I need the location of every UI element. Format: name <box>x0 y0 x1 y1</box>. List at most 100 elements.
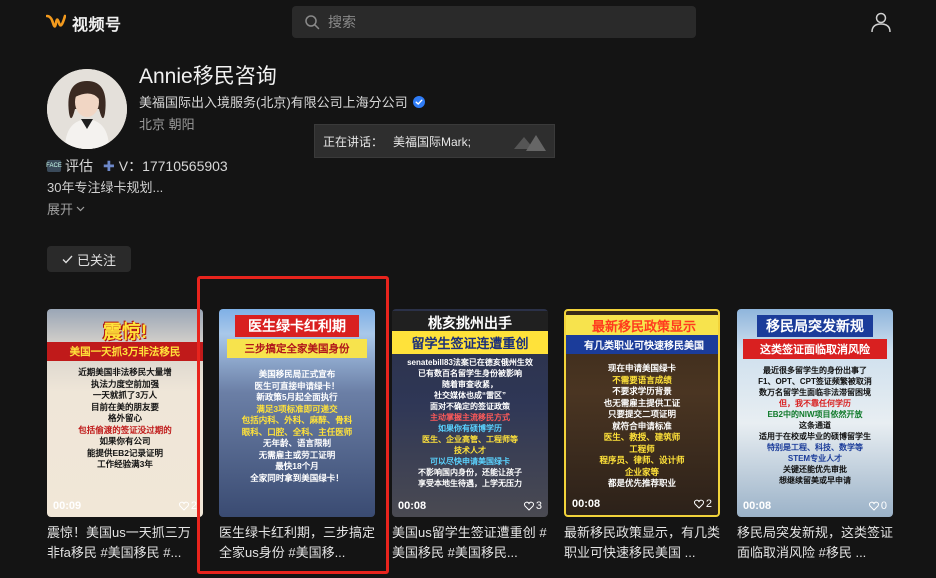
thumb-line: 已有数百名留学生身份被影响 <box>418 369 522 378</box>
heart-icon <box>868 501 879 511</box>
heart-icon <box>693 499 704 509</box>
thumb-line: 医生、教授、建筑师 <box>603 432 681 442</box>
thumb-line: 程序员、律师、设计师 <box>599 455 685 465</box>
thumb-line: 就符合申请标准 <box>612 420 672 431</box>
video-title[interactable]: 震惊！美国us一天抓三万非fa移民 #美国移民 #... <box>47 523 203 563</box>
video-card[interactable]: 桃亥挑州出手 留学生签证连遭重创 senatebill83法案已在德亥俄州生效 … <box>392 309 548 563</box>
thumb-line: 现在申请美国绿卡 <box>607 363 676 373</box>
thumb-line: 也无需雇主提供工证 <box>603 397 681 408</box>
app-name: 视频号 <box>72 17 122 34</box>
thumb-text: 现在申请美国绿卡 不需要语言成绩 不要求学历背景 也无需雇主提供工证 只要提交二… <box>574 363 710 490</box>
speaker-wave-icon <box>514 135 546 151</box>
logo[interactable]: 视频号 <box>46 11 122 35</box>
thumb-line: 面对不确定的签证政策 <box>430 402 510 411</box>
thumb-line: 但，我不靠任何学历 <box>779 399 851 408</box>
search-input[interactable] <box>328 14 688 30</box>
thumb-line: 都是优先推荐职业 <box>607 478 676 488</box>
thumb-line: 社交媒体也成“雷区” <box>434 391 506 400</box>
video-likes: 2 <box>693 498 712 510</box>
thumb-line: 工程师 <box>629 443 655 454</box>
thumb-line: 医生可直接申请绿卡！ <box>254 380 340 391</box>
video-title[interactable]: 移民局突发新规，这类签证面临取消风险 #移民 ... <box>737 523 893 563</box>
thumb-line: 无需雇主或劳工证明 <box>258 449 336 460</box>
thumb-line: 可以尽快申请美国绿卡 <box>430 457 510 466</box>
avatar-portrait-icon <box>47 69 127 149</box>
thumb-headline: 震惊! <box>102 322 148 343</box>
org-text: 美福国际出入境服务(北京)有限公司上海分公司 <box>139 95 408 110</box>
thumb-line: 想继续留美或早申请 <box>779 476 851 485</box>
bio-contact: V：17710565903 <box>118 158 228 174</box>
thumb-text: senatebill83法案已在德亥俄州生效 已有数百名留学生身份被影响 随着审… <box>400 357 540 489</box>
bio-line-2: 30年专注绿卡规划... <box>47 180 164 195</box>
heart-icon <box>523 501 534 511</box>
thumb-line: 不需要语言成绩 <box>612 374 672 385</box>
top-bar: 视频号 <box>0 0 936 44</box>
video-title[interactable]: 医生绿卡红利期，三步搞定全家us身份 #美国移... <box>219 523 375 563</box>
thumb-line: 近期美国非法移民大量增 <box>78 367 172 377</box>
video-likes: 0 <box>868 500 887 512</box>
video-thumbnail[interactable]: 桃亥挑州出手 留学生签证连遭重创 senatebill83法案已在德亥俄州生效 … <box>392 309 548 517</box>
channels-logo-icon <box>46 14 66 28</box>
thumb-text: 近期美国非法移民大量增 执法力度空前加强 一天就抓了3万人 目前在美的朋友要 格… <box>55 367 195 471</box>
thumb-line: 如果你有硕博学历 <box>438 424 502 433</box>
likes-count: 3 <box>535 500 542 512</box>
user-icon[interactable] <box>870 11 892 33</box>
thumb-line: 包括内科、外科、麻醉、骨科 <box>241 415 353 425</box>
avatar <box>47 69 127 149</box>
bio-tag: 评估 <box>65 158 93 174</box>
thumb-line: 全家同时拿到美国绿卡！ <box>250 472 344 483</box>
video-duration: 00:09 <box>53 500 82 512</box>
thumb-line: senatebill83法案已在德亥俄州生效 <box>407 358 533 367</box>
thumb-line: 美国移民局正式宣布 <box>258 369 336 379</box>
video-title[interactable]: 美国us留学生签证遭重创 #美国移民 #美国移民... <box>392 523 548 563</box>
likes-count: 2 <box>705 498 712 510</box>
thumb-line: 医生、企业高管、工程师等 <box>422 435 518 444</box>
speaking-tooltip: 正在讲话： 美福国际Mark; <box>314 124 555 158</box>
video-likes: 2 <box>178 500 197 512</box>
verified-badge-icon <box>412 95 425 108</box>
video-thumbnail[interactable]: 最新移民政策显示 有几类职业可快速移民美国 现在申请美国绿卡 不需要语言成绩 不… <box>564 309 720 517</box>
thumb-subheadline: 这类签证面临取消风险 <box>743 339 887 359</box>
search-icon <box>305 15 320 30</box>
expand-button[interactable]: 展开 <box>47 199 85 218</box>
thumb-line: 这条通道 <box>799 421 831 430</box>
thumb-line: 满足3项标准即可递交 <box>256 403 338 414</box>
plus-icon: ✚ <box>103 157 115 174</box>
likes-count: 0 <box>880 500 887 512</box>
video-duration: 00:08 <box>572 498 601 510</box>
follow-button[interactable]: 已关注 <box>47 246 131 272</box>
chevron-down-icon <box>76 206 85 211</box>
thumb-line: 不影响国内身份，还能让孩子 <box>418 468 522 477</box>
thumb-line: 如果你有公司 <box>99 436 151 446</box>
thumb-line: 技术人才 <box>454 446 486 455</box>
expand-label: 展开 <box>47 202 74 217</box>
thumb-line: 适用于在校或毕业的硕博留学生 <box>759 432 871 441</box>
thumb-subheadline: 留学生签证连遭重创 <box>392 331 548 354</box>
video-duration: 00:08 <box>743 500 772 512</box>
video-card[interactable]: 震惊! 美国一天抓3万非法移民 近期美国非法移民大量增 执法力度空前加强 一天就… <box>47 309 203 563</box>
thumb-line: 随着审查收紧， <box>442 380 498 389</box>
speaking-label: 正在讲话： <box>323 134 384 149</box>
video-thumbnail[interactable]: 震惊! 美国一天抓3万非法移民 近期美国非法移民大量增 执法力度空前加强 一天就… <box>47 309 203 517</box>
video-thumbnail[interactable]: 医生绿卡红利期 三步搞定全家美国身份 美国移民局正式宣布 医生可直接申请绿卡！ … <box>219 309 375 517</box>
thumb-line: 主动掌握主流移民方式 <box>430 413 510 422</box>
thumb-text: 最近很多留学生的身份出事了 F1、OPT、CPT签证频繁被取消 数万名留学生面临… <box>745 365 885 486</box>
thumb-line: 不要求学历背景 <box>612 386 672 396</box>
search-bar[interactable] <box>292 6 696 38</box>
thumb-line: 执法力度空前加强 <box>90 378 159 389</box>
thumb-text: 美国移民局正式宣布 医生可直接申请绿卡！ 新政策5月起全面执行 满足3项标准即可… <box>227 369 367 484</box>
heart-icon <box>178 501 189 511</box>
video-card[interactable]: 医生绿卡红利期 三步搞定全家美国身份 美国移民局正式宣布 医生可直接申请绿卡！ … <box>219 309 375 563</box>
follow-label: 已关注 <box>76 252 116 268</box>
face-tag-icon: FACE <box>46 160 62 172</box>
likes-count: 2 <box>190 500 197 512</box>
check-icon <box>62 255 73 263</box>
profile-org: 美福国际出入境服务(北京)有限公司上海分公司 <box>139 92 425 111</box>
video-title[interactable]: 最新移民政策显示，有几类职业可快速移民美国 ... <box>564 523 720 563</box>
video-thumbnail[interactable]: 移民局突发新规 这类签证面临取消风险 最近很多留学生的身份出事了 F1、OPT、… <box>737 309 893 517</box>
video-card[interactable]: 最新移民政策显示 有几类职业可快速移民美国 现在申请美国绿卡 不需要语言成绩 不… <box>564 309 720 563</box>
thumb-line: F1、OPT、CPT签证频繁被取消 <box>758 377 872 386</box>
video-card[interactable]: 移民局突发新规 这类签证面临取消风险 最近很多留学生的身份出事了 F1、OPT、… <box>737 309 893 563</box>
thumb-line: 特别是工程、科技、数学等 <box>767 443 863 452</box>
thumb-subheadline: 美国一天抓3万非法移民 <box>47 342 203 361</box>
